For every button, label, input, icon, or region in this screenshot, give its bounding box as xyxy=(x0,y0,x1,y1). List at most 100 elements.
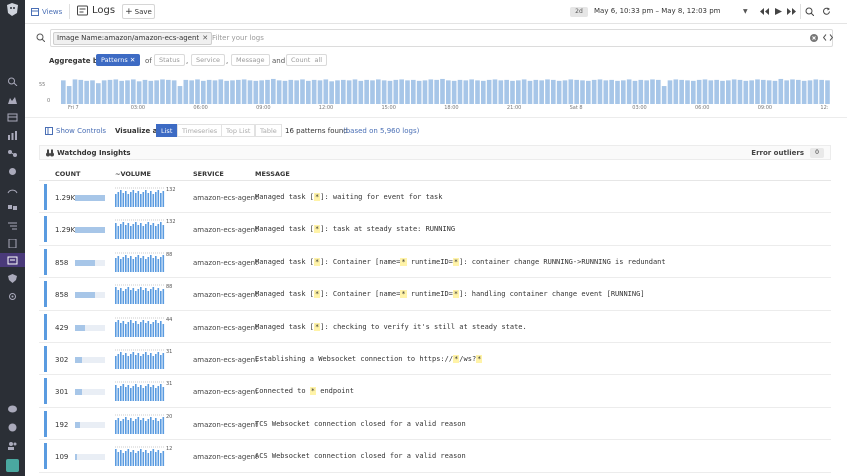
histogram-bar[interactable] xyxy=(772,80,778,104)
histogram-bar[interactable] xyxy=(317,80,323,104)
tab-list[interactable]: List xyxy=(156,124,178,137)
histogram-bar[interactable] xyxy=(428,79,434,104)
count-field[interactable]: Count all xyxy=(286,54,328,66)
metrics-nav-icon[interactable] xyxy=(7,185,18,194)
histogram-bar[interactable] xyxy=(247,80,253,104)
histogram-bar[interactable] xyxy=(597,79,603,104)
histogram-bar[interactable] xyxy=(66,86,72,104)
close-icon[interactable]: ✕ xyxy=(130,56,135,64)
histogram-bar[interactable] xyxy=(230,80,235,104)
integrations-nav-icon[interactable] xyxy=(7,203,18,212)
histogram-bar[interactable] xyxy=(346,80,352,104)
histogram-bar[interactable] xyxy=(819,79,824,104)
histogram-bar[interactable] xyxy=(177,86,183,104)
histogram-bar[interactable] xyxy=(784,80,789,104)
histogram-bar[interactable] xyxy=(481,80,486,104)
logs-nav-icon[interactable] xyxy=(7,256,18,265)
table-row[interactable]: 858 88 amazon-ecs-agent Managed task [*]: C… xyxy=(39,278,831,311)
histogram-bar[interactable] xyxy=(271,78,276,104)
histogram-bar[interactable] xyxy=(568,79,574,104)
histogram-bar[interactable] xyxy=(416,80,422,104)
histogram-bar[interactable] xyxy=(282,80,288,104)
histogram-bar[interactable] xyxy=(708,80,714,104)
histogram-bar[interactable] xyxy=(504,79,509,104)
histogram-bar[interactable] xyxy=(638,79,644,104)
histogram-bar[interactable] xyxy=(294,80,299,104)
table-row[interactable]: 858 88 amazon-ecs-agent Managed task [*]: C… xyxy=(39,246,831,279)
histogram-bar[interactable] xyxy=(673,79,679,104)
close-icon[interactable]: ✕ xyxy=(202,33,208,44)
dashboards-nav-icon[interactable] xyxy=(7,131,18,140)
histogram-bar[interactable] xyxy=(451,80,457,104)
histogram-bar[interactable] xyxy=(492,79,498,104)
histogram-bar[interactable] xyxy=(434,79,439,104)
histogram-bar[interactable] xyxy=(364,79,369,104)
filter-chip[interactable]: Image Name:amazon/amazon-ecs-agent ✕ xyxy=(53,32,213,45)
histogram-bar[interactable] xyxy=(265,79,270,104)
table-row[interactable]: 302 31 amazon-ecs-agent Establishing a Webs… xyxy=(39,343,831,376)
histogram-bar[interactable] xyxy=(160,79,165,104)
help-nav-icon[interactable] xyxy=(7,423,18,432)
histogram-bar[interactable] xyxy=(621,80,626,104)
histogram-bar[interactable] xyxy=(825,80,830,104)
tab-timeseries[interactable]: Timeseries xyxy=(177,124,223,137)
histogram-bar[interactable] xyxy=(457,79,463,104)
histogram-bar[interactable] xyxy=(603,80,609,104)
histogram-bar[interactable] xyxy=(107,79,113,104)
datadog-logo-icon[interactable] xyxy=(5,2,20,17)
histogram-bar[interactable] xyxy=(661,86,667,104)
histogram-bar[interactable] xyxy=(411,79,416,104)
tab-top-list[interactable]: Top List xyxy=(221,124,256,137)
histogram-bar[interactable] xyxy=(440,78,445,104)
notebooks-nav-icon[interactable] xyxy=(7,239,18,248)
ux-monitoring-nav-icon[interactable] xyxy=(7,292,18,301)
histogram-bar[interactable] xyxy=(78,79,84,104)
histogram-bar[interactable] xyxy=(101,80,107,104)
table-row[interactable]: 1.29K 132 amazon-ecs-agent Managed task [*]… xyxy=(39,213,831,246)
step-forward-icon[interactable] xyxy=(785,5,798,18)
histogram-bar[interactable] xyxy=(218,79,224,104)
table-row[interactable]: 109 12 amazon-ecs-agent ACS Websocket conne… xyxy=(39,440,831,473)
histogram-bar[interactable] xyxy=(113,79,119,104)
histogram-bar[interactable] xyxy=(463,80,469,104)
histogram-bar[interactable] xyxy=(533,79,539,104)
histogram-bar[interactable] xyxy=(341,79,346,104)
step-back-icon[interactable] xyxy=(758,5,771,18)
table-row[interactable]: 429 44 amazon-ecs-agent Managed task [*]: c… xyxy=(39,311,831,343)
histogram-bar[interactable] xyxy=(136,81,142,104)
histogram-bar[interactable] xyxy=(766,80,772,104)
histogram-bar[interactable] xyxy=(195,79,200,104)
histogram-bar[interactable] xyxy=(679,79,684,104)
refresh-icon[interactable] xyxy=(820,5,833,18)
histogram-bar[interactable] xyxy=(236,79,241,104)
histogram-bar[interactable] xyxy=(580,80,585,104)
histogram-bar[interactable] xyxy=(615,80,620,104)
histogram-bar[interactable] xyxy=(545,79,550,104)
histogram-bar[interactable] xyxy=(201,80,206,104)
histogram-bar[interactable] xyxy=(586,80,591,104)
time-range-selector[interactable]: May 6, 10:33 pm – May 8, 12:03 pm xyxy=(594,7,720,15)
histogram-bar[interactable] xyxy=(731,79,737,104)
histogram-bar[interactable] xyxy=(206,79,212,104)
histogram-bar[interactable] xyxy=(212,80,218,104)
histogram-bar[interactable] xyxy=(119,80,124,104)
column-header-count[interactable]: COUNT xyxy=(55,170,80,178)
histogram-bar[interactable] xyxy=(749,80,754,104)
histogram-bar[interactable] xyxy=(609,79,614,104)
histogram-bar[interactable] xyxy=(393,79,399,104)
histogram-bar[interactable] xyxy=(259,80,264,104)
histogram-bar[interactable] xyxy=(591,79,597,104)
histogram-bar[interactable] xyxy=(574,79,579,104)
user-avatar-icon[interactable] xyxy=(6,459,19,472)
histogram-bar[interactable] xyxy=(702,79,708,104)
histogram-bar[interactable] xyxy=(335,80,340,104)
histogram-bar[interactable] xyxy=(685,80,690,104)
histogram-bar[interactable] xyxy=(131,79,136,104)
histogram-bar[interactable] xyxy=(329,81,334,104)
histogram-bar[interactable] xyxy=(96,83,101,104)
security-nav-icon[interactable] xyxy=(7,274,18,283)
histogram-bar[interactable] xyxy=(376,79,381,104)
monitors-nav-icon[interactable] xyxy=(7,167,18,176)
histogram-bar[interactable] xyxy=(276,80,282,104)
histogram-bar[interactable] xyxy=(626,79,632,104)
